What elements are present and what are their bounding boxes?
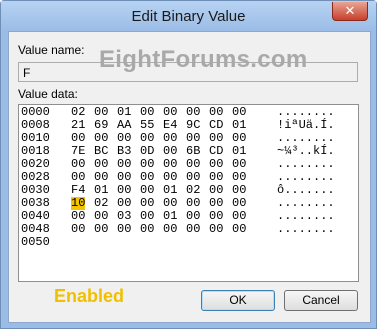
hex-byte[interactable]: 00 [94, 223, 108, 236]
hex-offset: 0050 [21, 235, 50, 249]
close-icon[interactable]: ✕ [332, 2, 368, 21]
value-data-label: Value data: [18, 87, 78, 101]
dialog-title: Edit Binary Value [131, 8, 246, 25]
title-bar[interactable]: Edit Binary Value ✕ [1, 1, 376, 31]
edit-binary-value-dialog: Edit Binary Value ✕ Value name: F EightF… [0, 0, 377, 329]
dialog-client-area: Value name: F EightForums.com Value data… [8, 31, 371, 323]
hex-byte[interactable]: 00 [163, 223, 177, 236]
hex-byte[interactable]: 00 [209, 223, 223, 236]
hex-byte[interactable]: 00 [232, 223, 246, 236]
hex-byte[interactable]: 00 [186, 223, 200, 236]
value-data-hex-editor[interactable]: 0000 02 00 01 00 00 00 00 00........ 0008 21 69 AA 55… [18, 104, 359, 282]
enabled-annotation: Enabled [54, 286, 125, 306]
ok-button[interactable]: OK [201, 290, 275, 311]
watermark: EightForums.com [99, 46, 308, 73]
hex-row[interactable]: 0050 [21, 236, 356, 249]
hex-byte[interactable]: 00 [117, 223, 131, 236]
hex-ascii[interactable]: ........ [277, 223, 335, 236]
hex-row[interactable]: 0048 00 00 00 00 00 00 00 00........ [21, 223, 356, 236]
hex-byte[interactable]: 00 [140, 223, 154, 236]
hex-byte[interactable]: 00 [71, 223, 85, 236]
cancel-button[interactable]: Cancel [284, 290, 358, 311]
value-name-label: Value name: [18, 43, 85, 57]
